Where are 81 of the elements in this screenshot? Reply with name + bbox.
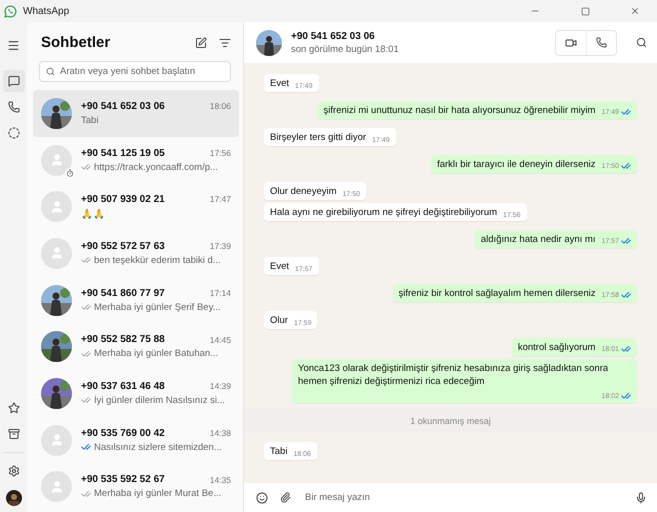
message-preview: Merhaba iyi günler Şerif Bey... (94, 302, 221, 313)
filter-icon (219, 36, 231, 48)
emoji-button[interactable] (256, 492, 268, 504)
message-preview: https://track.yoncaaff.com/p... (94, 162, 218, 173)
message-text: şifreniz bir kontrol sağlayalım hemen dilerseniz (398, 287, 596, 300)
chat-list-item[interactable]: +90 535 592 52 67 14:35 Merhaba iyi günler Murat Be... (33, 464, 239, 510)
message-text: Tabi (270, 445, 288, 458)
message-text: aldığınız hata nedir aynı mı (480, 233, 596, 246)
chat-time: 17:39 (210, 241, 231, 252)
app-logo-icon (4, 4, 17, 18)
contact-name: +90 541 652 03 06 (81, 100, 166, 112)
message-text: kontrol sağlıyorum (518, 341, 596, 354)
archive-icon (8, 428, 20, 440)
message-preview: Merhaba iyi günler Batuhan... (94, 348, 218, 360)
chat-list-item[interactable]: +90 541 652 03 06 18:06 Tabi (33, 90, 239, 137)
message-text: Evet (270, 77, 290, 90)
chat-icon (8, 75, 20, 87)
paperclip-icon (280, 492, 291, 503)
chats-tab[interactable] (2, 70, 24, 92)
search-field[interactable]: Aratın veya yeni sohbet başlatın (39, 61, 231, 82)
chat-list-item[interactable]: +90 537 631 46 48 14:39 İyi günler dilerim Nasılsınız si... (33, 370, 239, 417)
message-input[interactable]: Bir mesaj yazın (303, 491, 623, 504)
message-preview: Merhaba iyi günler Murat Be... (94, 488, 222, 500)
chat-time: 14:45 (210, 334, 231, 345)
chat-time: 14:39 (210, 381, 231, 392)
message-preview: İyi günler dilerim Nasılsınız si... (94, 394, 225, 406)
message-text: Yonca123 olarak değiştirilmiştir şifreniz hesabınıza giriş sağladıktan sonra hemen şifrenizi değiştirmenizi rica edeceğim (298, 362, 610, 388)
message-text: Olur (270, 314, 288, 327)
window-title: WhatsApp (23, 6, 70, 16)
pen-icon (195, 36, 207, 48)
message-preview: ben teşekkür ederim tabiki d... (94, 254, 221, 266)
contact-name: +90 535 592 52 67 (81, 474, 166, 486)
status-icon (8, 127, 20, 139)
smiley-icon (256, 492, 268, 504)
contact-name: +90 535 769 00 42 (81, 428, 166, 439)
close-icon (630, 6, 640, 16)
message-text: Olur deneyeyim (270, 185, 337, 198)
contact-name: +90 537 631 46 48 (81, 380, 166, 392)
message-text: Birşeyler ters gitti diyor (270, 131, 366, 144)
message-preview: Tabi (81, 114, 98, 126)
contact-name: +90 552 572 57 63 (81, 240, 166, 252)
chat-list-item[interactable]: +90 552 572 57 63 17:39 ben teşekkür ederim tabiki d... (33, 230, 239, 277)
chat-time: 14:38 (210, 428, 231, 438)
attach-button[interactable] (280, 492, 291, 503)
chats-title: Sohbetler (41, 34, 112, 51)
chat-list-item[interactable]: +90 541 125 19 05 17:56 https://track.yoncaaff.com/p... (33, 136, 239, 184)
microphone-icon (635, 492, 647, 504)
search-icon (636, 37, 647, 48)
message-preview: Nasılsınız sizlere sitemizden... (94, 442, 222, 453)
message-text: Hala aynı ne girebiliyorum ne şifreyi değiştirebiliyorum (270, 206, 498, 219)
message-text: şifrenizi mi unuttunuz nasıl bir hata alıyorsunuz öğrenebilir miyim (324, 104, 596, 117)
chat-time: 17:47 (210, 194, 231, 204)
new-chat-button[interactable] (195, 36, 207, 48)
message-text: Evet (270, 260, 290, 273)
contact-name: +90 541 652 03 06 (291, 30, 376, 42)
phone-icon (596, 37, 607, 48)
chat-time: 18:06 (210, 101, 231, 112)
maximize-icon (580, 6, 590, 16)
chat-list-item[interactable]: +90 552 582 75 88 14:45 Merhaba iyi günler Batuhan... (33, 323, 239, 370)
filter-button[interactable] (219, 36, 231, 48)
contact-name: +90 541 860 77 97 (81, 288, 166, 299)
phone-icon (8, 101, 20, 113)
microphone-button[interactable] (635, 492, 647, 504)
chat-time: 14:35 (210, 474, 231, 485)
contact-name: +90 541 125 19 05 (81, 148, 166, 159)
chat-list-item[interactable]: +90 507 939 02 21 17:47 🙏🙏 (33, 183, 239, 230)
chat-time: 17:56 (210, 148, 231, 158)
chat-list-item[interactable]: +90 535 769 00 42 14:38 Nasılsınız sizlere sitemizden... (33, 416, 239, 464)
contact-name: +90 552 582 75 88 (81, 334, 166, 346)
star-icon (8, 402, 20, 414)
contact-name: +90 507 939 02 21 (81, 194, 166, 205)
video-camera-icon (565, 36, 577, 48)
chat-time: 17:14 (210, 288, 231, 298)
search-button[interactable] (636, 37, 647, 48)
message-text: farklı bir tarayıcı ile deneyin dilerseniz (437, 158, 596, 171)
unread-count-text: 1 okunmamış mesaj (410, 416, 491, 426)
last-seen-text: son görülme bugün 18:01 (291, 44, 400, 54)
chat-list-item[interactable]: +90 541 860 77 97 17:14 Merhaba iyi günler Şerif Bey... (33, 276, 239, 324)
menu-icon (7, 38, 20, 52)
message-preview: 🙏🙏 (81, 208, 105, 220)
settings-icon (8, 465, 20, 477)
